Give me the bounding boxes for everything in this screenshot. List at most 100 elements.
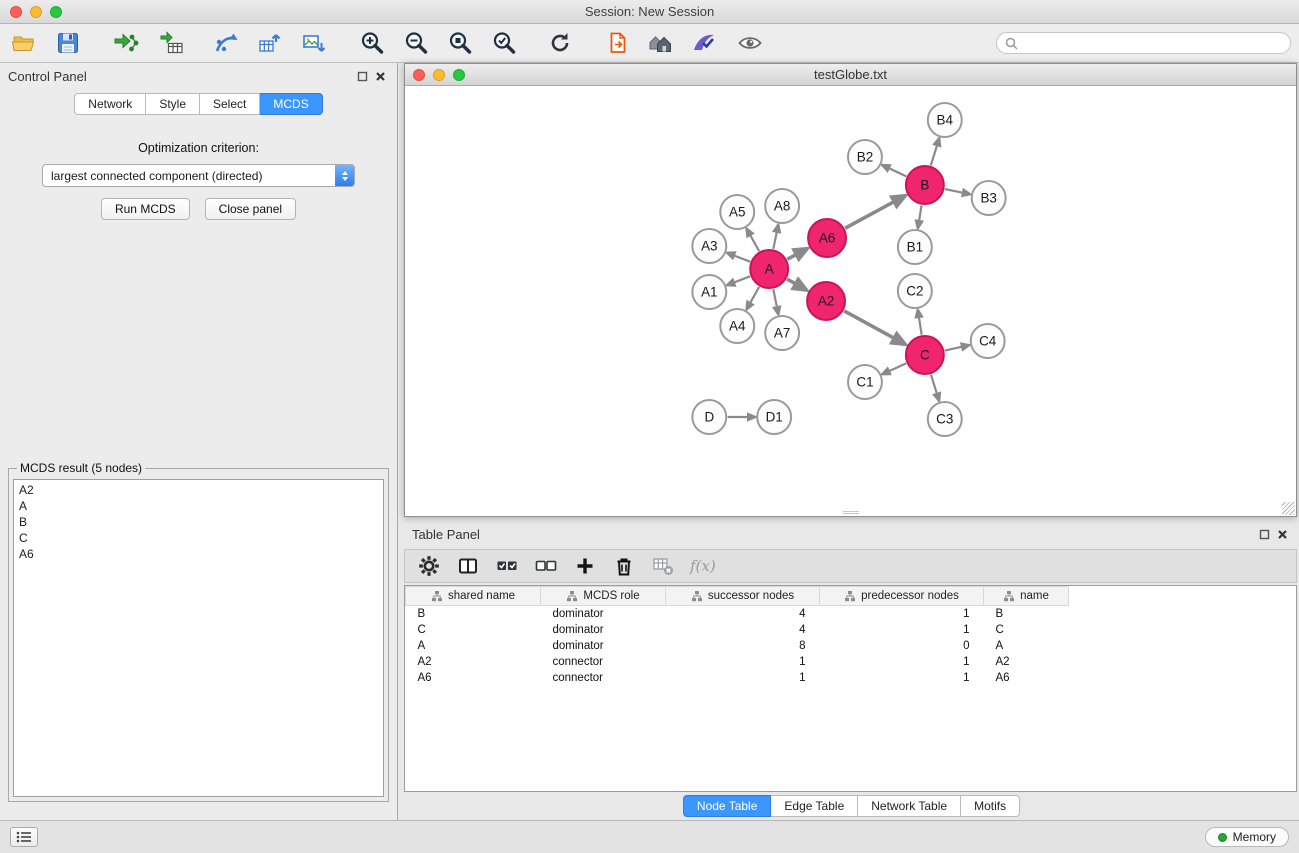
graph-edge-B-B3[interactable] — [945, 189, 963, 193]
list-item[interactable]: B — [19, 514, 378, 530]
table-cell[interactable]: 1 — [820, 654, 984, 670]
graph-node-C2[interactable]: C2 — [898, 274, 932, 308]
graph-edge-A6-B[interactable] — [845, 201, 894, 228]
dropdown-stepper[interactable] — [335, 165, 354, 186]
graph-edge-A-A8[interactable] — [773, 232, 777, 249]
close-network-window-button[interactable] — [413, 69, 425, 81]
table-cell[interactable]: connector — [541, 654, 666, 670]
table-cell[interactable]: B — [984, 606, 1069, 622]
graph-node-A3[interactable]: A3 — [692, 229, 726, 263]
export-table-button[interactable] — [256, 29, 284, 57]
network-window-titlebar[interactable]: testGlobe.txt — [405, 64, 1296, 86]
deselect-all-rows-button[interactable] — [534, 554, 558, 578]
graph-edge-A2-C[interactable] — [844, 311, 895, 339]
table-cell[interactable]: 1 — [820, 606, 984, 622]
manage-columns-button[interactable] — [456, 554, 480, 578]
refresh-view-button[interactable] — [546, 29, 574, 57]
zoom-selected-button[interactable] — [446, 29, 474, 57]
graph-node-B3[interactable]: B3 — [972, 181, 1006, 215]
table-cell[interactable]: dominator — [541, 622, 666, 638]
table-cell[interactable]: C — [984, 622, 1069, 638]
table-cell[interactable]: 1 — [820, 670, 984, 686]
import-table-button[interactable] — [158, 29, 186, 57]
task-history-button[interactable] — [10, 827, 38, 847]
graph-node-A2[interactable]: A2 — [807, 282, 845, 320]
open-file-button[interactable] — [10, 29, 38, 57]
export-network-button[interactable] — [212, 29, 240, 57]
window-bottom-grip[interactable] — [843, 511, 859, 515]
column-header-predecessor-nodes[interactable]: predecessor nodes — [820, 587, 984, 606]
graph-edge-B-B2[interactable] — [889, 168, 907, 176]
tab-network[interactable]: Network — [74, 93, 146, 115]
graph-node-B4[interactable]: B4 — [928, 103, 962, 137]
column-header-name[interactable]: name — [984, 587, 1069, 606]
minimize-window-button[interactable] — [30, 6, 42, 18]
memory-button[interactable]: Memory — [1205, 827, 1289, 847]
zoom-out-button[interactable] — [402, 29, 430, 57]
export-image-button[interactable] — [300, 29, 328, 57]
table-cell[interactable]: A6 — [406, 670, 541, 686]
graph-node-C[interactable]: C — [906, 336, 944, 374]
mcds-result-list[interactable]: A2 A B C A6 — [13, 479, 384, 797]
graph-edge-B-B4[interactable] — [931, 145, 937, 165]
graph-node-B[interactable]: B — [906, 166, 944, 204]
zoom-fit-button[interactable] — [490, 29, 518, 57]
graph-edge-C-C1[interactable] — [889, 363, 906, 371]
list-item[interactable]: A6 — [19, 546, 378, 562]
close-panel-button[interactable] — [371, 68, 389, 84]
graph-node-A4[interactable]: A4 — [720, 309, 754, 343]
graph-edge-B-B1[interactable] — [919, 205, 922, 221]
table-settings-button[interactable] — [417, 554, 441, 578]
table-cell[interactable]: dominator — [541, 638, 666, 654]
graph-edge-A-A5[interactable] — [750, 235, 759, 251]
tab-style[interactable]: Style — [146, 93, 200, 115]
criterion-dropdown[interactable]: largest connected component (directed) — [42, 164, 355, 187]
search-field[interactable] — [996, 32, 1291, 54]
graph-node-B1[interactable]: B1 — [898, 230, 932, 264]
table-cell[interactable]: A — [984, 638, 1069, 654]
clear-table-button[interactable] — [651, 554, 675, 578]
graph-node-A5[interactable]: A5 — [720, 195, 754, 229]
table-cell[interactable]: A6 — [984, 670, 1069, 686]
table-cell[interactable]: connector — [541, 670, 666, 686]
graph-edge-A-A4[interactable] — [750, 287, 759, 303]
minimize-network-window-button[interactable] — [433, 69, 445, 81]
table-cell[interactable]: B — [406, 606, 541, 622]
float-panel-button[interactable] — [353, 68, 371, 84]
graph-node-D[interactable]: D — [692, 400, 726, 434]
zoom-network-window-button[interactable] — [453, 69, 465, 81]
table-row[interactable]: A2 connector 1 1 A2 — [406, 654, 1297, 670]
home-button[interactable] — [646, 29, 674, 57]
table-cell[interactable]: 8 — [666, 638, 820, 654]
tab-mcds[interactable]: MCDS — [260, 93, 322, 115]
apply-style-button[interactable] — [690, 29, 718, 57]
float-table-panel-button[interactable] — [1255, 526, 1273, 542]
graph-node-A1[interactable]: A1 — [692, 275, 726, 309]
table-cell[interactable]: C — [406, 622, 541, 638]
graph-node-B2[interactable]: B2 — [848, 140, 882, 174]
graph-node-D1[interactable]: D1 — [757, 400, 791, 434]
graph-node-C3[interactable]: C3 — [928, 402, 962, 436]
close-table-panel-button[interactable] — [1273, 526, 1291, 542]
table-row[interactable]: C dominator 4 1 C — [406, 622, 1297, 638]
show-hide-button[interactable] — [736, 29, 764, 57]
zoom-window-button[interactable] — [50, 6, 62, 18]
network-canvas[interactable]: B4B2BB3A5A8A6B1A3AA1C2A2A4A7C4CC1C3DD1 — [405, 86, 1296, 516]
table-row[interactable]: B dominator 4 1 B — [406, 606, 1297, 622]
graph-node-A6[interactable]: A6 — [808, 219, 846, 257]
table-cell[interactable]: A2 — [984, 654, 1069, 670]
table-cell[interactable]: A — [406, 638, 541, 654]
graph-node-A[interactable]: A — [750, 250, 788, 288]
graph-edge-A-A2[interactable] — [787, 279, 796, 284]
graphics-details-button[interactable] — [604, 29, 632, 57]
graph-edge-C-C2[interactable] — [919, 317, 922, 335]
save-session-button[interactable] — [54, 29, 82, 57]
window-resize-handle[interactable] — [1282, 502, 1295, 515]
function-builder-button[interactable]: f(x) — [690, 554, 716, 578]
tab-edge-table[interactable]: Edge Table — [771, 795, 858, 817]
table-row[interactable]: A dominator 8 0 A — [406, 638, 1297, 654]
column-header-successor-nodes[interactable]: successor nodes — [666, 587, 820, 606]
search-input[interactable] — [1023, 36, 1282, 50]
graph-edge-C-C4[interactable] — [945, 347, 962, 351]
tab-network-table[interactable]: Network Table — [858, 795, 961, 817]
